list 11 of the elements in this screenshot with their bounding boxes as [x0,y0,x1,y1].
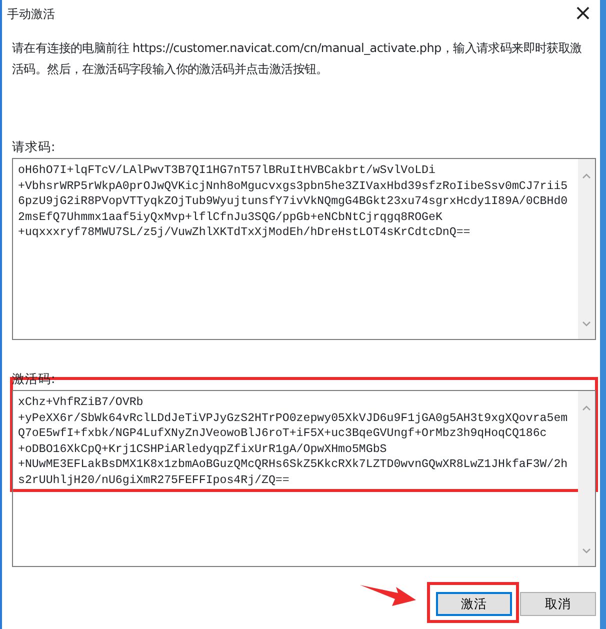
field-label: 请求码: [11,138,56,156]
instructions-text: 请在有连接的电脑前往 https://customer.navicat.com/cn/manual_activate.php，输入请求码来即时获取激活码。然后，在激活码字段输入你的激活码并点击激活按钮。 [11,40,583,78]
activation-code-field[interactable]: xChz+VhfRZiB7/OVRb +yPeXX6r/SbWk64vRclLDdJeTiVPJyGzS2HTrPO0zepwy05XkVJD6u9F1jGA0g5AH3t9xgXQovra5em Q7oE5wfI+fxbk/NGP4LufXNyZnJVeowoBlJ6roT+iF5X+uc3BqeGVUngf+OrMbz3h9qHoqCQ186c +oDBO16XkCpQ+Krj1CSHPiARledyqpZfixUrR1gA/OpwXHmo5MGbS +NUwME3EFLakBsDMX1K8x1zbmAoBGuzQMcQRHs6SkZ5KkcRXk7LZTD0wvnGQwXR8LwZ1JHkfaF3W/2h s2rUUhljH20/nU6giXmR275FEFFIpos4Rj/ZQ== [12,390,596,567]
close-button[interactable]: × [566,3,600,25]
window-title: 手动激活 [7,6,55,23]
cancel-button[interactable]: 取消 [520,592,596,616]
request-code-field[interactable]: oH6hO7I+lqFTcV/LAlPwvT3B7QI1HG7nT57lBRuItHVBCakbrt/wSvlVoLDi +VbhsrWRP5rWkpA0prOJwQVKicjNnh8oMgucvxgs3pbn5he3ZIVaxHbd39sfzRoIibeSsv0mCJ7rii5 6pzU9jG2iR8PVopVTTyqkZOjTub9WyujtunsfY7ivVkNQmgG4BGkt23xu74sgrxHcdy1I89A/0CBHd0 2msEfQ7Uhmmx1aaf5iyQxMvp+lflCfnJu3SQG/ppGb+eNCbNtCjrqgq8ROGeK +uqxxxryf78MWU7SL/z5j/VuwZhlXKTdTxXjModEh/hDreHstLOT4sKrCdtcDnQ== [12,158,596,340]
activate-button[interactable]: 激活 [436,592,512,616]
arrow-icon [360,583,416,607]
scrollbar[interactable] [578,391,595,566]
scrollbar[interactable] [578,159,595,339]
